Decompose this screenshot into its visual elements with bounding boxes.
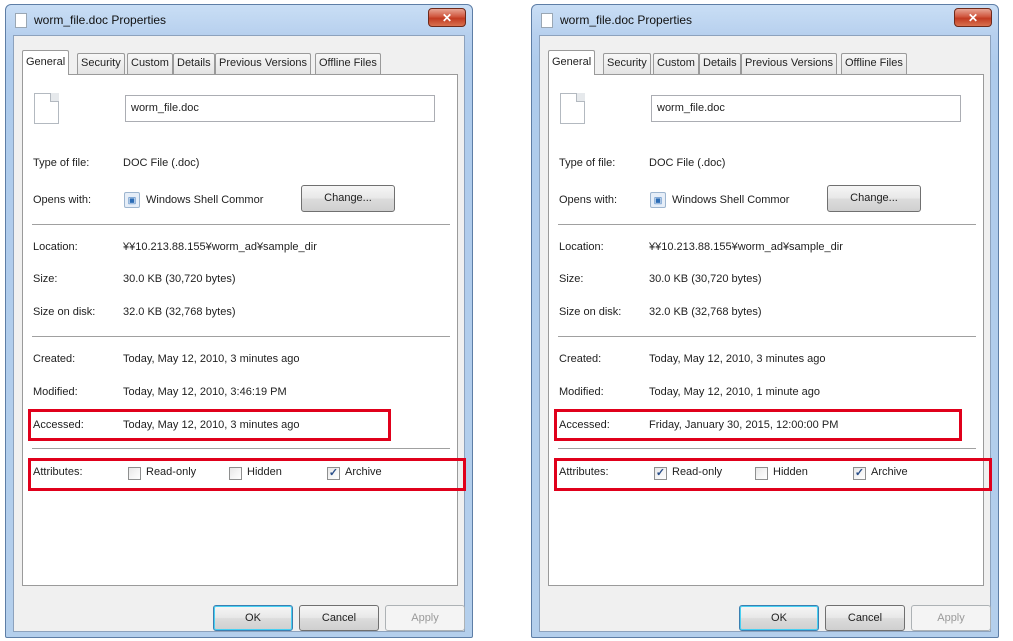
opens-with-label: Opens with: bbox=[559, 194, 618, 206]
size-on-disk-value: 32.0 KB (32,768 bytes) bbox=[123, 306, 236, 318]
separator bbox=[558, 224, 976, 226]
tab-offline-files[interactable]: Offline Files bbox=[315, 53, 381, 74]
title-bar[interactable]: worm_file.doc Properties ✕ bbox=[6, 5, 472, 35]
size-value: 30.0 KB (30,720 bytes) bbox=[649, 273, 762, 285]
location-value: ¥¥10.213.88.155¥worm_ad¥sample_dir bbox=[649, 241, 843, 253]
ok-button[interactable]: OK bbox=[739, 605, 819, 631]
window-title: worm_file.doc Properties bbox=[34, 13, 167, 27]
opens-with-label: Opens with: bbox=[33, 194, 92, 206]
general-panel: worm_file.doc Type of file: DOC File (.d… bbox=[22, 74, 458, 586]
tab-security[interactable]: Security bbox=[77, 53, 125, 74]
shell-app-icon: ▣ bbox=[650, 192, 666, 208]
ok-button[interactable]: OK bbox=[213, 605, 293, 631]
type-value: DOC File (.doc) bbox=[649, 157, 726, 169]
type-label: Type of file: bbox=[559, 157, 616, 169]
separator bbox=[558, 336, 976, 338]
general-panel: worm_file.doc Type of file: DOC File (.d… bbox=[548, 74, 984, 586]
apply-button[interactable]: Apply bbox=[385, 605, 465, 631]
dialog-client: General Security Custom Details Previous… bbox=[539, 35, 991, 632]
change-button[interactable]: Change... bbox=[827, 185, 921, 212]
file-name-field[interactable]: worm_file.doc bbox=[651, 95, 961, 122]
cancel-button[interactable]: Cancel bbox=[825, 605, 905, 631]
shell-app-icon: ▣ bbox=[124, 192, 140, 208]
accessed-highlight-box bbox=[554, 409, 962, 441]
accessed-highlight-box bbox=[28, 409, 391, 441]
modified-label: Modified: bbox=[33, 386, 78, 398]
dialog-client: General Security Custom Details Previous… bbox=[13, 35, 465, 632]
separator bbox=[558, 448, 976, 450]
size-on-disk-value: 32.0 KB (32,768 bytes) bbox=[649, 306, 762, 318]
location-label: Location: bbox=[559, 241, 604, 253]
properties-dialog-after: worm_file.doc Properties ✕ General Secur… bbox=[531, 4, 999, 638]
size-on-disk-label: Size on disk: bbox=[33, 306, 96, 318]
created-label: Created: bbox=[33, 353, 76, 365]
close-button[interactable]: ✕ bbox=[428, 8, 466, 27]
location-value: ¥¥10.213.88.155¥worm_ad¥sample_dir bbox=[123, 241, 317, 253]
tab-custom[interactable]: Custom bbox=[653, 53, 699, 74]
title-bar[interactable]: worm_file.doc Properties ✕ bbox=[532, 5, 998, 35]
opens-with-value: Windows Shell Commor bbox=[146, 194, 264, 206]
tab-offline-files[interactable]: Offline Files bbox=[841, 53, 907, 74]
size-value: 30.0 KB (30,720 bytes) bbox=[123, 273, 236, 285]
modified-value: Today, May 12, 2010, 1 minute ago bbox=[649, 386, 821, 398]
change-button[interactable]: Change... bbox=[301, 185, 395, 212]
tab-details[interactable]: Details bbox=[173, 53, 215, 74]
modified-value: Today, May 12, 2010, 3:46:19 PM bbox=[123, 386, 287, 398]
created-value: Today, May 12, 2010, 3 minutes ago bbox=[649, 353, 826, 365]
type-value: DOC File (.doc) bbox=[123, 157, 200, 169]
attributes-highlight-box bbox=[28, 458, 466, 491]
modified-label: Modified: bbox=[559, 386, 604, 398]
size-on-disk-label: Size on disk: bbox=[559, 306, 622, 318]
size-label: Size: bbox=[559, 273, 584, 285]
file-icon bbox=[560, 93, 585, 124]
attributes-highlight-box bbox=[554, 458, 992, 491]
separator bbox=[32, 224, 450, 226]
location-label: Location: bbox=[33, 241, 78, 253]
tab-security[interactable]: Security bbox=[603, 53, 651, 74]
tab-custom[interactable]: Custom bbox=[127, 53, 173, 74]
document-icon bbox=[15, 13, 27, 28]
created-value: Today, May 12, 2010, 3 minutes ago bbox=[123, 353, 300, 365]
size-label: Size: bbox=[33, 273, 58, 285]
tab-previous-versions[interactable]: Previous Versions bbox=[741, 53, 838, 74]
cancel-button[interactable]: Cancel bbox=[299, 605, 379, 631]
file-name-field[interactable]: worm_file.doc bbox=[125, 95, 435, 122]
tab-general[interactable]: General bbox=[548, 50, 596, 75]
separator bbox=[32, 336, 450, 338]
close-button[interactable]: ✕ bbox=[954, 8, 992, 27]
apply-button[interactable]: Apply bbox=[911, 605, 991, 631]
type-label: Type of file: bbox=[33, 157, 90, 169]
created-label: Created: bbox=[559, 353, 602, 365]
tab-details[interactable]: Details bbox=[699, 53, 741, 74]
separator bbox=[32, 448, 450, 450]
file-icon bbox=[34, 93, 59, 124]
tab-general[interactable]: General bbox=[22, 50, 70, 75]
document-icon bbox=[541, 13, 553, 28]
opens-with-value: Windows Shell Commor bbox=[672, 194, 790, 206]
window-title: worm_file.doc Properties bbox=[560, 13, 693, 27]
properties-dialog-before: worm_file.doc Properties ✕ General Secur… bbox=[5, 4, 473, 638]
tab-previous-versions[interactable]: Previous Versions bbox=[215, 53, 312, 74]
